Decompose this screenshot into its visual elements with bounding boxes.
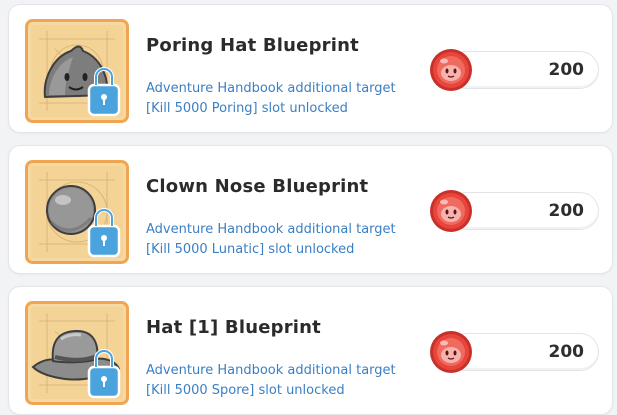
blueprint-list: Poring Hat Blueprint Adventure Handbook … bbox=[0, 0, 617, 415]
poring-coin-icon bbox=[430, 49, 472, 91]
item-title: Poring Hat Blueprint bbox=[146, 35, 359, 56]
price-button[interactable]: 200 bbox=[429, 330, 599, 374]
description-line-1: Adventure Handbook additional target bbox=[146, 363, 396, 378]
item-description: Adventure Handbook additional target [Ki… bbox=[146, 220, 436, 260]
price-value: 200 bbox=[548, 60, 585, 80]
blueprint-card-hat[interactable]: Hat [1] Blueprint Adventure Handbook add… bbox=[8, 286, 613, 415]
clown-nose-icon bbox=[25, 160, 129, 264]
description-line-2: [Kill 5000 Poring] slot unlocked bbox=[146, 101, 348, 116]
item-title: Clown Nose Blueprint bbox=[146, 176, 369, 197]
poring-hat-icon bbox=[25, 19, 129, 123]
blueprint-card-clown-nose[interactable]: Clown Nose Blueprint Adventure Handbook … bbox=[8, 145, 613, 274]
blueprint-card-poring-hat[interactable]: Poring Hat Blueprint Adventure Handbook … bbox=[8, 4, 613, 133]
description-line-2: [Kill 5000 Lunatic] slot unlocked bbox=[146, 242, 355, 257]
description-line-2: [Kill 5000 Spore] slot unlocked bbox=[146, 383, 345, 398]
price-value: 200 bbox=[548, 342, 585, 362]
price-value: 200 bbox=[548, 201, 585, 221]
poring-coin-icon bbox=[430, 331, 472, 373]
poring-coin-icon bbox=[430, 190, 472, 232]
item-description: Adventure Handbook additional target [Ki… bbox=[146, 361, 436, 401]
price-button[interactable]: 200 bbox=[429, 48, 599, 92]
description-line-1: Adventure Handbook additional target bbox=[146, 222, 396, 237]
description-line-1: Adventure Handbook additional target bbox=[146, 81, 396, 96]
price-button[interactable]: 200 bbox=[429, 189, 599, 233]
hat-icon bbox=[25, 301, 129, 405]
item-title: Hat [1] Blueprint bbox=[146, 317, 321, 338]
item-description: Adventure Handbook additional target [Ki… bbox=[146, 79, 436, 119]
